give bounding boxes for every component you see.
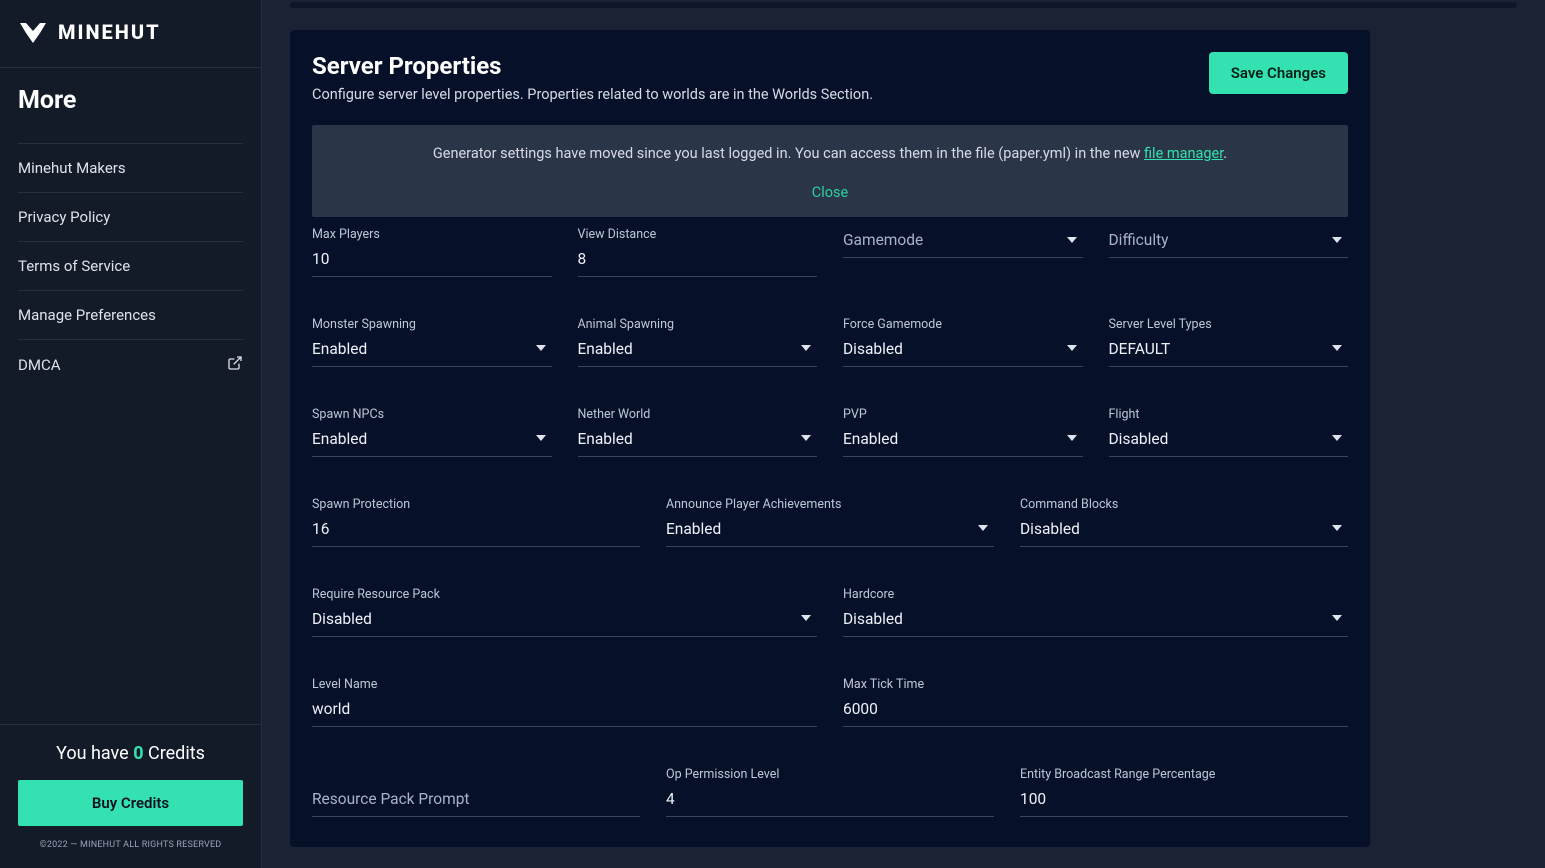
difficulty-select[interactable] (1109, 227, 1349, 258)
page-subtitle: Configure server level properties. Prope… (312, 86, 873, 103)
brand-icon (18, 21, 48, 43)
view-distance-field: View Distance (578, 227, 818, 277)
gamemode-select[interactable] (843, 227, 1083, 258)
notice-close-button[interactable]: Close (328, 184, 1332, 201)
sidebar-section-title: More (0, 68, 261, 123)
max-players-field: Max Players (312, 227, 552, 277)
flight-select[interactable] (1109, 426, 1349, 457)
file-manager-link[interactable]: file manager (1144, 145, 1223, 162)
sidebar-item-minehut-makers[interactable]: Minehut Makers (18, 143, 243, 192)
copyright: ©2022 — MINEHUT ALL RIGHTS RESERVED (18, 840, 243, 850)
require-resource-pack-select[interactable] (312, 606, 817, 637)
brand-text: MINEHUT (58, 20, 161, 44)
brand-logo[interactable]: MINEHUT (0, 0, 261, 67)
nav-label: Privacy Policy (18, 208, 110, 226)
buy-credits-button[interactable]: Buy Credits (18, 780, 243, 826)
force-gamemode-field: Force Gamemode (843, 317, 1083, 367)
hardcore-field: Hardcore (843, 587, 1348, 637)
credits-line: You have 0 Credits (18, 743, 243, 764)
command-blocks-select[interactable] (1020, 516, 1348, 547)
force-gamemode-select[interactable] (843, 336, 1083, 367)
nav-label: Minehut Makers (18, 159, 126, 177)
spawn-protection-field: Spawn Protection (312, 497, 640, 547)
view-distance-input[interactable] (578, 246, 818, 277)
require-resource-pack-field: Require Resource Pack (312, 587, 817, 637)
external-link-icon (227, 355, 243, 375)
resource-pack-prompt-input[interactable] (312, 786, 640, 817)
op-permission-level-input[interactable] (666, 786, 994, 817)
nether-world-select[interactable] (578, 426, 818, 457)
sidebar-nav: Minehut Makers Privacy Policy Terms of S… (0, 123, 261, 390)
nav-label: DMCA (18, 356, 61, 374)
nav-label: Manage Preferences (18, 306, 156, 324)
hardcore-select[interactable] (843, 606, 1348, 637)
notice-banner: Generator settings have moved since you … (312, 125, 1348, 217)
pvp-select[interactable] (843, 426, 1083, 457)
sidebar-item-privacy-policy[interactable]: Privacy Policy (18, 192, 243, 241)
flight-field: Flight (1109, 407, 1349, 457)
nether-world-field: Nether World (578, 407, 818, 457)
level-name-field: Level Name (312, 677, 817, 727)
sidebar-item-manage-preferences[interactable]: Manage Preferences (18, 290, 243, 339)
page-title: Server Properties (312, 52, 873, 80)
gamemode-field (843, 227, 1083, 277)
top-strip (290, 2, 1517, 8)
announce-achievements-select[interactable] (666, 516, 994, 547)
animal-spawning-field: Animal Spawning (578, 317, 818, 367)
server-level-types-field: Server Level Types (1109, 317, 1349, 367)
entity-broadcast-range-input[interactable] (1020, 786, 1348, 817)
level-name-input[interactable] (312, 696, 817, 727)
sidebar: MINEHUT More Minehut Makers Privacy Poli… (0, 0, 262, 868)
resource-pack-prompt-field (312, 786, 640, 817)
max-tick-time-field: Max Tick Time (843, 677, 1348, 727)
spawn-protection-input[interactable] (312, 516, 640, 547)
max-tick-time-input[interactable] (843, 696, 1348, 727)
monster-spawning-field: Monster Spawning (312, 317, 552, 367)
max-players-label: Max Players (312, 227, 552, 242)
credits-count: 0 (133, 743, 143, 764)
sidebar-item-dmca[interactable]: DMCA (18, 339, 243, 390)
notice-text: Generator settings have moved since you … (328, 145, 1332, 162)
max-players-input[interactable] (312, 246, 552, 277)
view-distance-label: View Distance (578, 227, 818, 242)
announce-achievements-field: Announce Player Achievements (666, 497, 994, 547)
server-properties-card: Server Properties Configure server level… (290, 30, 1370, 847)
save-changes-button[interactable]: Save Changes (1209, 52, 1348, 94)
main-content: Server Properties Configure server level… (262, 0, 1545, 868)
spawn-npcs-select[interactable] (312, 426, 552, 457)
difficulty-field (1109, 227, 1349, 277)
monster-spawning-select[interactable] (312, 336, 552, 367)
sidebar-footer: You have 0 Credits Buy Credits ©2022 — M… (0, 724, 261, 868)
command-blocks-field: Command Blocks (1020, 497, 1348, 547)
server-level-types-select[interactable] (1109, 336, 1349, 367)
animal-spawning-select[interactable] (578, 336, 818, 367)
sidebar-item-terms-of-service[interactable]: Terms of Service (18, 241, 243, 290)
entity-broadcast-range-field: Entity Broadcast Range Percentage (1020, 767, 1348, 817)
spawn-npcs-field: Spawn NPCs (312, 407, 552, 457)
nav-label: Terms of Service (18, 257, 130, 275)
pvp-field: PVP (843, 407, 1083, 457)
op-permission-level-field: Op Permission Level (666, 767, 994, 817)
